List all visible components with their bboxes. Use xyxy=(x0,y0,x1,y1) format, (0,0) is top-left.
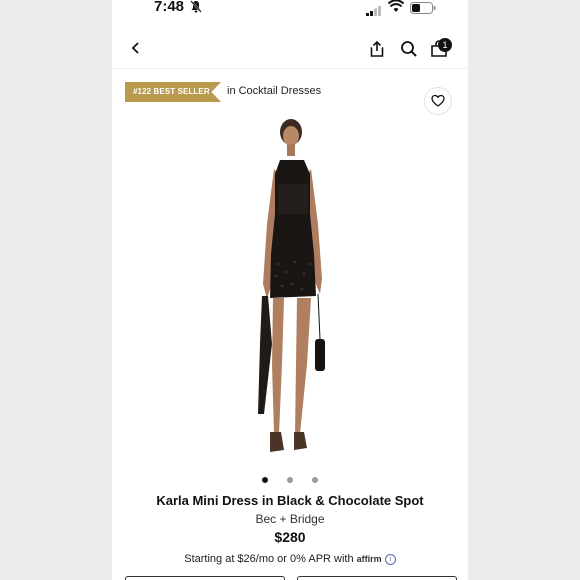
favorite-button[interactable] xyxy=(424,87,452,115)
add-to-bag-button[interactable] xyxy=(297,576,457,580)
search-icon[interactable] xyxy=(400,40,418,63)
size-select-button[interactable] xyxy=(125,576,285,580)
product-brand[interactable]: Bec + Bridge xyxy=(112,512,468,526)
affirm-logo: affirm xyxy=(356,554,382,564)
phone-screen: 7:48 1 #122 BEST SELLER in Cocktail Dres… xyxy=(112,0,468,580)
heart-icon xyxy=(431,94,445,107)
product-title: Karla Mini Dress in Black & Chocolate Sp… xyxy=(156,493,424,508)
cellular-signal-icon xyxy=(366,3,382,21)
carousel-dot[interactable] xyxy=(287,477,293,483)
product-image[interactable] xyxy=(240,114,350,466)
top-nav xyxy=(112,36,468,66)
nav-divider xyxy=(112,68,468,69)
best-seller-badge: #122 BEST SELLER xyxy=(125,82,221,102)
product-price: $280 xyxy=(274,529,306,545)
image-carousel-dots[interactable] xyxy=(112,477,468,485)
info-icon[interactable]: i xyxy=(384,553,396,565)
status-bar: 7:48 xyxy=(112,0,468,18)
back-chevron-icon[interactable] xyxy=(128,40,144,56)
cart-count-badge: 1 xyxy=(438,38,452,52)
status-time: 7:48 xyxy=(154,0,185,15)
battery-icon xyxy=(410,1,436,19)
financing-info: Starting at $26/mo or 0% APR with affirm… xyxy=(112,553,468,565)
wifi-icon xyxy=(387,0,405,18)
bell-muted-icon xyxy=(190,0,202,18)
financing-text: Starting at $26/mo or 0% APR with xyxy=(184,553,354,565)
carousel-dot[interactable] xyxy=(312,477,318,483)
share-icon[interactable] xyxy=(368,40,386,63)
best-seller-category[interactable]: in Cocktail Dresses xyxy=(227,85,321,97)
carousel-dot-active[interactable] xyxy=(262,477,268,483)
